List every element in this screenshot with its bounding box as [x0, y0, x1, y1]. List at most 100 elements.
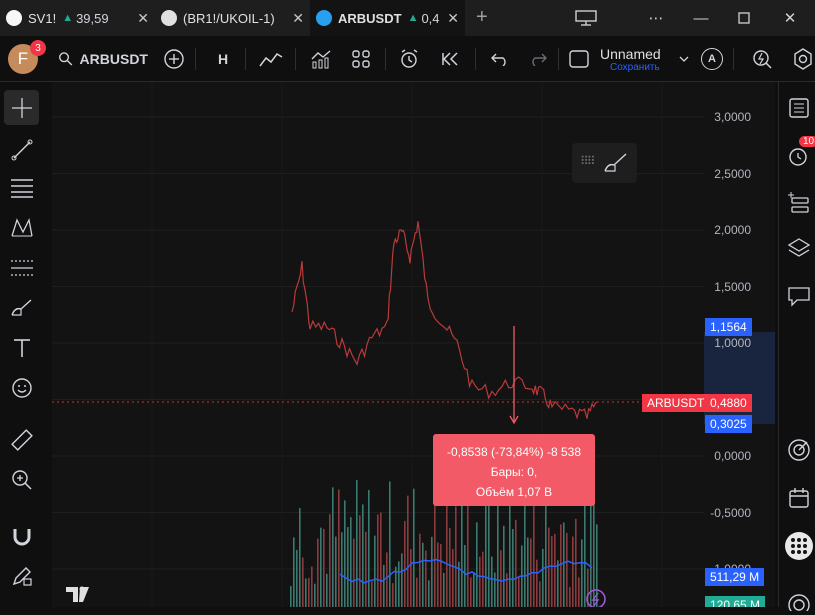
- tab-arbusdt[interactable]: ARBUSDT ▲ 0,4 ✕: [310, 0, 465, 36]
- volume-bar: [296, 549, 298, 607]
- maximize-icon[interactable]: [724, 0, 764, 36]
- layers-icon[interactable]: [785, 234, 813, 262]
- minimize-icon[interactable]: —: [681, 0, 721, 36]
- tab-value: 0,4: [421, 10, 440, 26]
- undo-button[interactable]: [486, 36, 514, 82]
- redo-button[interactable]: [524, 36, 552, 82]
- volume-bar: [590, 494, 592, 607]
- layout-name-button[interactable]: Unnamed Сохранить: [600, 36, 674, 82]
- chat-icon[interactable]: [785, 282, 813, 310]
- volume-bar: [347, 527, 349, 607]
- chart-pane[interactable]: 3,00002,50002,00001,50001,00000,50000,00…: [52, 82, 775, 607]
- calendar-icon[interactable]: [785, 484, 813, 512]
- divider: [475, 48, 476, 70]
- watchlist-icon[interactable]: [785, 94, 813, 122]
- indicators-button[interactable]: [306, 36, 336, 82]
- redo-icon: [532, 53, 547, 66]
- volume-bar: [473, 572, 475, 607]
- fullscreen-button[interactable]: [566, 36, 592, 82]
- price-tick: 2,5000: [714, 166, 751, 181]
- volume-bar: [389, 481, 391, 607]
- emoji-icon[interactable]: [4, 370, 39, 405]
- tab-ticker: SV1!: [28, 10, 57, 26]
- tab-sv1[interactable]: SV1! ▲ 39,59 ✕: [0, 0, 155, 36]
- gear-icon: [794, 48, 812, 70]
- volume-bar: [419, 533, 421, 607]
- volume-bar: [536, 559, 538, 607]
- chevron-down-icon[interactable]: [676, 36, 692, 82]
- replay-button[interactable]: [436, 36, 466, 82]
- volume-bar: [578, 577, 580, 607]
- crosshair-icon[interactable]: [4, 90, 39, 125]
- volume-bar: [554, 533, 556, 607]
- volume-bar: [566, 532, 568, 607]
- volume-bar: [320, 527, 322, 607]
- close-icon[interactable]: ✕: [444, 9, 459, 27]
- settings-button[interactable]: [790, 36, 815, 82]
- compare-add-button[interactable]: [160, 36, 188, 82]
- volume-bar: [299, 508, 301, 607]
- brush-icon[interactable]: [602, 151, 632, 175]
- volume-bar: [386, 552, 388, 607]
- auto-scale-button[interactable]: A: [700, 36, 724, 82]
- alerts-icon[interactable]: 10: [785, 136, 815, 170]
- ruler-icon[interactable]: [4, 422, 39, 457]
- volume-bar: [356, 479, 358, 607]
- volume-bar: [422, 542, 424, 607]
- measure-volume: Объём 1,07 B: [475, 485, 553, 499]
- signals-icon[interactable]: [785, 436, 813, 464]
- new-tab-plus-icon[interactable]: +: [476, 6, 488, 29]
- price-line: [291, 221, 598, 420]
- volume-bar: [509, 496, 511, 607]
- volume-bar: [446, 493, 448, 607]
- drag-handle-icon[interactable]: ⠿⠿: [580, 154, 596, 168]
- lock-pencil-icon[interactable]: [4, 558, 39, 593]
- price-tick: 3,0000: [714, 110, 751, 124]
- object-tree-icon[interactable]: [785, 190, 813, 218]
- volume-bar: [290, 586, 292, 607]
- apps-grid-icon[interactable]: [785, 532, 813, 560]
- volume-bar: [476, 522, 478, 607]
- close-icon[interactable]: ✕: [134, 10, 149, 27]
- fib-icon[interactable]: [4, 170, 39, 205]
- volume-bar: [464, 544, 466, 607]
- volume-bar: [443, 573, 445, 607]
- zoom-icon[interactable]: [4, 462, 39, 497]
- templates-button[interactable]: [346, 36, 376, 82]
- close-icon[interactable]: ✕: [289, 10, 304, 27]
- floating-drawing-toolbar[interactable]: ⠿⠿: [572, 143, 637, 183]
- volume-bar: [500, 550, 502, 607]
- search-icon: [59, 52, 73, 66]
- volume-bar: [305, 578, 307, 607]
- alert-button[interactable]: [394, 36, 424, 82]
- close-window-icon[interactable]: ✕: [770, 0, 810, 36]
- interval-button[interactable]: H: [210, 36, 236, 82]
- symbol-search[interactable]: ARBUSDT: [58, 36, 148, 82]
- brush-icon[interactable]: [4, 290, 39, 325]
- pattern-icon[interactable]: [4, 210, 39, 245]
- save-link[interactable]: Сохранить: [610, 62, 660, 73]
- volume-label: 511,29 M: [705, 568, 765, 586]
- volume-bar: [383, 564, 385, 607]
- rectangle-icon: [569, 50, 589, 68]
- more-icon[interactable]: ⋯: [636, 0, 676, 36]
- magnet-icon[interactable]: [4, 518, 39, 553]
- current-price-label: 0,4880: [705, 394, 752, 412]
- volume-bar: [401, 553, 403, 607]
- help-icon[interactable]: [785, 587, 813, 615]
- volume-bar: [425, 550, 427, 607]
- forecast-icon[interactable]: [4, 250, 39, 285]
- price-tick: -0,5000: [710, 505, 751, 520]
- avatar[interactable]: F 3: [6, 36, 46, 82]
- divider: [558, 48, 559, 70]
- alarm-clock-icon: [401, 49, 418, 68]
- tab-br1[interactable]: (BR1!/UKOIL-1) ✕: [155, 0, 310, 36]
- trendline-icon[interactable]: [4, 132, 39, 167]
- chart-type-button[interactable]: [256, 36, 286, 82]
- quick-search-button[interactable]: [748, 36, 776, 82]
- volume-bar: [326, 573, 328, 607]
- text-icon[interactable]: [4, 330, 39, 365]
- volume-bar: [572, 536, 574, 607]
- layout-toggle-icon[interactable]: [566, 0, 606, 36]
- volume-bar: [494, 572, 496, 607]
